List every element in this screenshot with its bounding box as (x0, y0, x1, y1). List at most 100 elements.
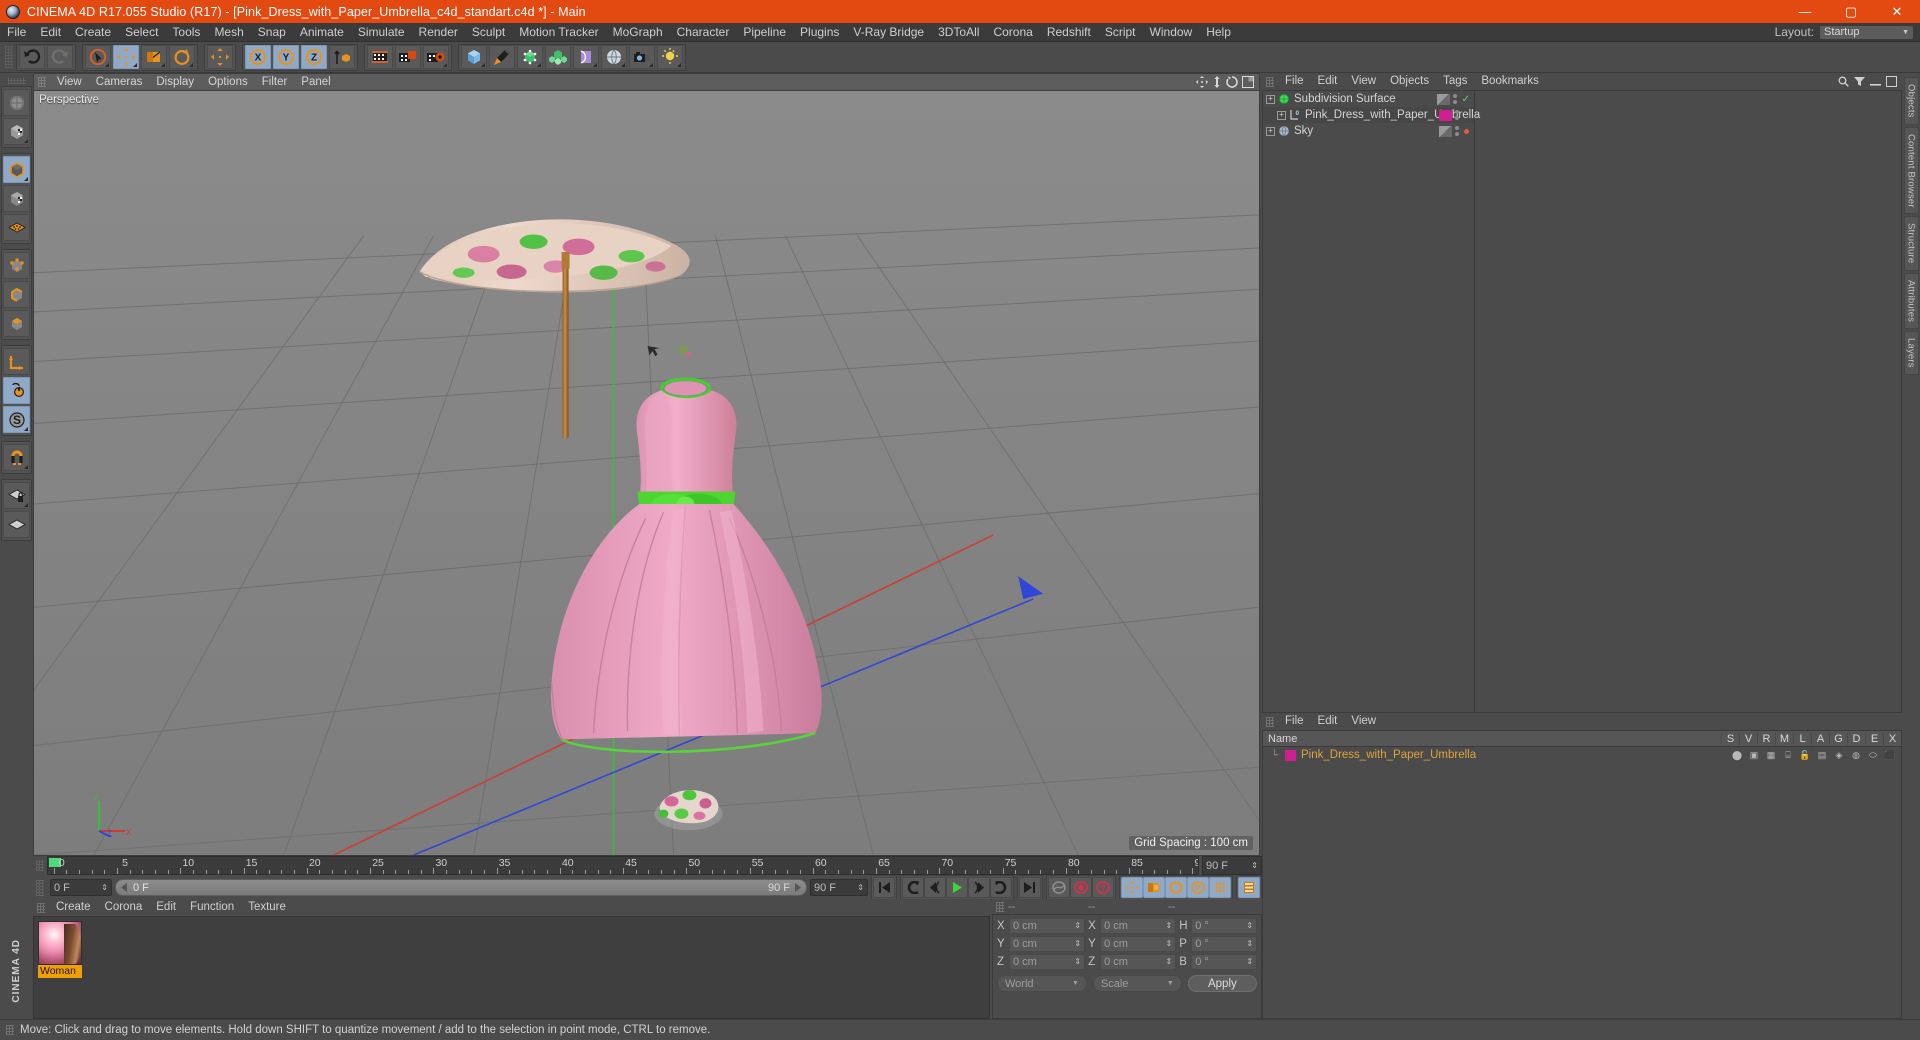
drag-grip-icon[interactable] (36, 879, 44, 896)
stepper-icon[interactable]: ⇕ (1251, 861, 1258, 870)
cube-primitive-button[interactable] (461, 45, 487, 69)
material-color-swatch[interactable] (1285, 749, 1296, 761)
drag-grip-icon[interactable] (38, 77, 46, 87)
drag-grip-icon[interactable] (6, 1025, 14, 1035)
visibility-dot[interactable] (1452, 94, 1457, 98)
stepper-icon[interactable]: ⇕ (1074, 922, 1081, 930)
stepper-icon[interactable]: ⇕ (1246, 958, 1253, 966)
expand-toggle-icon[interactable]: + (1266, 94, 1275, 104)
edge-tab-objects[interactable]: Objects (1903, 77, 1919, 125)
menu-item-redshift[interactable]: Redshift (1040, 23, 1098, 42)
drag-grip-icon[interactable] (1266, 76, 1274, 87)
attr-tag-icon-6[interactable]: ◈ (1832, 750, 1846, 761)
enable-axis-button[interactable] (3, 377, 30, 404)
viewport-menu-filter[interactable]: Filter (255, 74, 295, 91)
frame-scrub-track[interactable]: 0 F 90 F (115, 879, 807, 896)
visibility-dots[interactable] (1455, 126, 1459, 136)
step-back-frame-button[interactable] (924, 877, 946, 898)
step-forward-keyframe-button[interactable] (990, 877, 1012, 898)
attr-column-a[interactable]: A (1811, 732, 1829, 745)
visibility-dot[interactable] (1452, 100, 1457, 104)
menu-item-corona[interactable]: Corona (986, 23, 1039, 42)
menu-item-script[interactable]: Script (1098, 23, 1143, 42)
visibility-dot[interactable] (1455, 110, 1459, 114)
stepper-icon[interactable]: ⇕ (1165, 922, 1172, 930)
undo-button[interactable] (19, 45, 45, 69)
pen-spline-button[interactable] (489, 45, 515, 69)
redo-button[interactable] (47, 45, 73, 69)
coord-field-size[interactable]: 0 cm ⇕ (1100, 918, 1177, 934)
attr-column-l[interactable]: L (1793, 732, 1811, 745)
expand-toggle-icon[interactable]: + (1266, 126, 1275, 136)
layout-view-icon[interactable] (1242, 76, 1254, 88)
key-position-button[interactable] (1121, 877, 1143, 898)
attr-tag-icon-7[interactable]: ◍ (1849, 750, 1863, 761)
menu-item-character[interactable]: Character (670, 23, 737, 42)
material-menu-corona[interactable]: Corona (98, 899, 150, 916)
preview-end-field[interactable]: 90 F ⇕ (810, 879, 868, 896)
attr-tag-icon-8[interactable]: ⬭ (1866, 750, 1880, 761)
points-mode-button[interactable] (3, 252, 30, 279)
scale-button[interactable] (141, 45, 167, 69)
menu-item-window[interactable]: Window (1143, 23, 1200, 42)
y-axis-button[interactable]: Y (273, 45, 299, 69)
material-tag-icon[interactable] (1439, 125, 1452, 137)
drag-grip-icon[interactable] (5, 46, 13, 68)
coord-field-position[interactable]: 0 cm ⇕ (1009, 954, 1086, 970)
coord-field-position[interactable]: 0 cm ⇕ (1009, 936, 1086, 952)
menu-item-animate[interactable]: Animate (293, 23, 351, 42)
attr-column-m[interactable]: M (1775, 732, 1793, 745)
attr-menu-edit[interactable]: Edit (1311, 713, 1345, 730)
drag-grip-icon[interactable] (37, 902, 45, 913)
object-manager-blank-area[interactable] (1475, 91, 1901, 712)
search-icon[interactable] (1838, 76, 1849, 87)
visibility-dots[interactable] (1452, 94, 1457, 104)
bend-deformer-button[interactable] (573, 45, 599, 69)
timeline-end-field[interactable]: 90 F ⇕ (1202, 856, 1262, 875)
menu-item-tools[interactable]: Tools (165, 23, 207, 42)
scrub-right-icon[interactable] (793, 883, 802, 892)
viewport-menu-panel[interactable]: Panel (294, 74, 337, 91)
axis-mode-button[interactable] (3, 348, 30, 375)
render-to-picture-viewer-button[interactable] (395, 45, 421, 69)
key-param-button[interactable]: P (1187, 877, 1209, 898)
drag-grip-icon[interactable] (1266, 716, 1274, 727)
menu-item-simulate[interactable]: Simulate (351, 23, 412, 42)
maximize-panel-icon[interactable] (1886, 76, 1897, 87)
generator-button[interactable] (517, 45, 543, 69)
menu-item-v-ray-bridge[interactable]: V-Ray Bridge (846, 23, 931, 42)
light-button[interactable] (657, 45, 683, 69)
rotate-view-icon[interactable] (1226, 76, 1238, 88)
menu-item-render[interactable]: Render (412, 23, 465, 42)
layout-dropdown[interactable]: Startup ▼ (1819, 24, 1914, 40)
menu-item-file[interactable]: File (0, 23, 33, 42)
key-rotation-button[interactable] (1165, 877, 1187, 898)
array-button[interactable] (545, 45, 571, 69)
render-view-button[interactable] (367, 45, 393, 69)
menu-item-edit[interactable]: Edit (33, 23, 68, 42)
menu-item-snap[interactable]: Snap (251, 23, 293, 42)
coord-field-rotation[interactable]: 0 ° ⇕ (1191, 918, 1258, 934)
maximize-button[interactable]: ▢ (1828, 0, 1874, 23)
stepper-icon[interactable]: ⇕ (1165, 958, 1172, 966)
undo-view-button[interactable] (3, 89, 30, 116)
attr-tag-icon-2[interactable]: ▦ (1764, 750, 1778, 761)
visibility-dot[interactable] (1455, 126, 1459, 130)
coord-field-rotation[interactable]: 0 ° ⇕ (1191, 936, 1258, 952)
menu-item-3dtoall[interactable]: 3DToAll (931, 23, 986, 42)
viewport-menu-cameras[interactable]: Cameras (89, 74, 150, 91)
coord-field-rotation[interactable]: 0 ° ⇕ (1191, 954, 1258, 970)
go-to-end-button[interactable] (1019, 877, 1041, 898)
enabled-check-icon[interactable]: ✓ (1462, 94, 1470, 105)
attr-tag-icon-5[interactable]: ▤ (1815, 750, 1829, 761)
stepper-icon[interactable]: ⇕ (1246, 922, 1253, 930)
texture-mode-button[interactable] (3, 185, 30, 212)
viewport-menu-options[interactable]: Options (201, 74, 255, 91)
menu-item-plugins[interactable]: Plugins (793, 23, 846, 42)
workplane-lock-button[interactable] (3, 482, 30, 509)
coord-field-size[interactable]: 0 cm ⇕ (1100, 954, 1177, 970)
visibility-dots[interactable] (1455, 110, 1459, 120)
go-to-start-button[interactable] (873, 877, 895, 898)
object-row[interactable]: + Subdivision Surface ✓ (1263, 91, 1474, 107)
material-chip[interactable]: Woman (38, 921, 82, 978)
